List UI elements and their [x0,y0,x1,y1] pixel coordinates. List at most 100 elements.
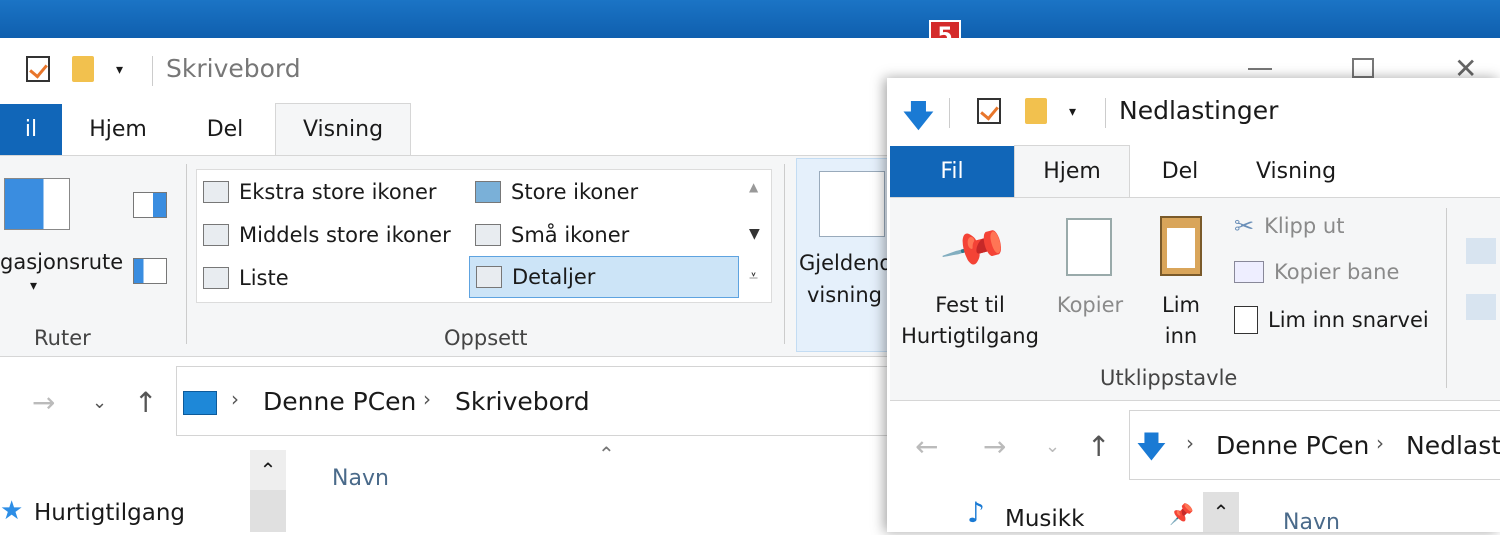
recent-locations-icon[interactable]: ⌄ [1045,436,1060,457]
copy-path-icon [1234,261,1264,283]
cut-button[interactable]: ✂ Klipp ut [1234,212,1344,240]
customize-qat-icon[interactable]: ▾ [116,62,123,78]
ribbon-view: gasjonsrute ▾ Ruter Ekstra store ikoner … [0,155,900,357]
pin-icon: 📌 [1169,502,1194,526]
customize-qat-icon[interactable]: ▾ [1069,104,1076,120]
nav-item-quick-access[interactable]: Hurtigtilgang [34,500,185,526]
desktop-titlebar [0,0,1500,38]
tab-del[interactable]: Del [192,104,258,156]
paste-shortcut-button[interactable]: Lim inn snarvei [1234,306,1429,334]
current-view-button[interactable]: Gjeldend visning [796,158,900,352]
address-bar[interactable]: 🡇 › Denne PCen › Nedlast [1129,410,1500,480]
download-arrow-icon: 🡇 [903,99,934,134]
copy-to-icon[interactable] [1466,294,1496,320]
tab-del[interactable]: Del [1145,146,1215,198]
breadcrumb-chevron-icon: › [231,387,239,411]
layout-list[interactable]: Liste [197,259,467,297]
layout-gallery: Ekstra store ikoner Store ikoner Middels… [196,169,772,303]
tab-fil[interactable]: Fil [890,146,1014,198]
nav-pane-scrollbar[interactable]: ⌃ [250,450,286,532]
breadcrumb-item[interactable]: Denne PCen [1216,431,1369,460]
tab-hjem[interactable]: Hjem [1014,145,1130,198]
address-bar[interactable]: › Denne PCen › Skrivebord [176,366,916,436]
copy-path-button[interactable]: Kopier bane [1234,260,1399,284]
chevron-down-icon[interactable]: ▾ [30,278,37,294]
breadcrumb-item[interactable]: Skrivebord [455,387,590,416]
pin-quick-access-button[interactable]: Fest til Hurtigtilgang [890,290,1050,352]
list-icon [203,267,229,289]
paste-label-1: Lim [1162,293,1200,317]
details-pane-icon[interactable] [133,258,167,284]
breadcrumb-chevron-icon: › [1376,431,1384,455]
new-folder-icon[interactable] [72,56,94,82]
paste-label-2: inn [1164,324,1198,348]
column-header-name[interactable]: Navn [1283,510,1340,535]
copy-button[interactable]: Kopier [1052,290,1128,321]
properties-icon[interactable] [977,98,1001,124]
column-header-name[interactable]: Navn [332,466,389,491]
paste-sheet [1167,228,1195,268]
pin-label-1: Fest til [935,293,1005,317]
gallery-scroll-up-icon[interactable]: ▲ [749,180,758,194]
large-icons-icon [475,181,501,203]
maximize-icon[interactable] [1352,58,1374,78]
properties-icon[interactable] [26,56,50,82]
pin-icon: 📌 [938,212,1012,285]
explorer-window-front: 🡇 ▾ Nedlastinger Fil Hjem Del Visning 📌 … [887,78,1500,535]
forward-arrow-icon[interactable]: → [32,386,55,419]
nav-item-music[interactable]: Musikk [1005,506,1084,532]
tab-visning[interactable]: Visning [275,103,411,156]
small-icons-icon [475,224,501,246]
navigation-pane-icon[interactable] [4,178,70,230]
up-arrow-icon[interactable]: ↑ [1087,430,1110,463]
new-folder-icon[interactable] [1025,98,1047,124]
window-title: Skrivebord [166,54,301,83]
layout-label: Små ikoner [511,223,630,247]
scroll-up-icon[interactable]: ⌃ [250,450,286,490]
music-note-icon: ♪ [967,496,985,529]
navigation-pane-label[interactable]: gasjonsrute [0,250,123,274]
scissors-icon: ✂ [1234,212,1255,240]
forward-arrow-icon[interactable]: → [983,430,1006,463]
move-to-icon[interactable] [1466,238,1496,264]
group-label-oppsett: Oppsett [444,326,528,350]
layout-large-icons[interactable]: Store ikoner [469,173,739,211]
scroll-up-icon[interactable]: ⌃ [1203,492,1239,532]
current-view-label-1: Gjeldend [799,251,893,275]
breadcrumb-item[interactable]: Denne PCen [263,387,416,416]
group-label-utklippstavle: Utklippstavle [1100,366,1238,390]
qat-divider [152,56,153,86]
up-arrow-icon[interactable]: ↑ [134,386,157,419]
window-title: Nedlastinger [1119,96,1279,125]
cut-label: Klipp ut [1264,214,1345,238]
qat-divider [1105,98,1106,128]
tab-fil[interactable]: il [0,104,62,156]
breadcrumb-item[interactable]: Nedlast [1406,431,1500,460]
back-arrow-icon[interactable]: ← [915,430,938,463]
qat-divider [949,98,950,128]
breadcrumb-chevron-icon: › [423,387,431,411]
sort-indicator-icon: ⌃ [598,442,615,466]
minimize-icon[interactable] [1248,68,1272,70]
layout-small-icons[interactable]: Små ikoner [469,216,739,254]
medium-icons-icon [203,224,229,246]
group-divider [1446,208,1447,388]
recent-locations-icon[interactable]: ⌄ [92,392,107,413]
paste-button[interactable]: Lim inn [1148,290,1214,352]
layout-label: Detaljer [512,265,596,289]
shortcut-icon [1234,306,1258,334]
preview-pane-icon[interactable] [133,192,167,218]
ribbon-home: 📌 Fest til Hurtigtilgang Kopier Lim inn … [890,197,1500,401]
details-icon [476,266,502,288]
tab-hjem[interactable]: Hjem [82,104,154,156]
gallery-more-icon[interactable]: ⩡ [749,266,758,286]
layout-details[interactable]: Detaljer [469,256,739,298]
copy-path-label: Kopier bane [1274,260,1400,284]
paste-shortcut-label: Lim inn snarvei [1268,308,1429,332]
layout-label: Store ikoner [511,180,639,204]
tab-visning[interactable]: Visning [1241,146,1351,198]
gallery-scroll-down-icon[interactable]: ▼ [749,226,760,242]
layout-medium-icons[interactable]: Middels store ikoner [197,216,467,254]
group-divider [186,164,187,344]
layout-extra-large-icons[interactable]: Ekstra store ikoner [197,173,467,211]
